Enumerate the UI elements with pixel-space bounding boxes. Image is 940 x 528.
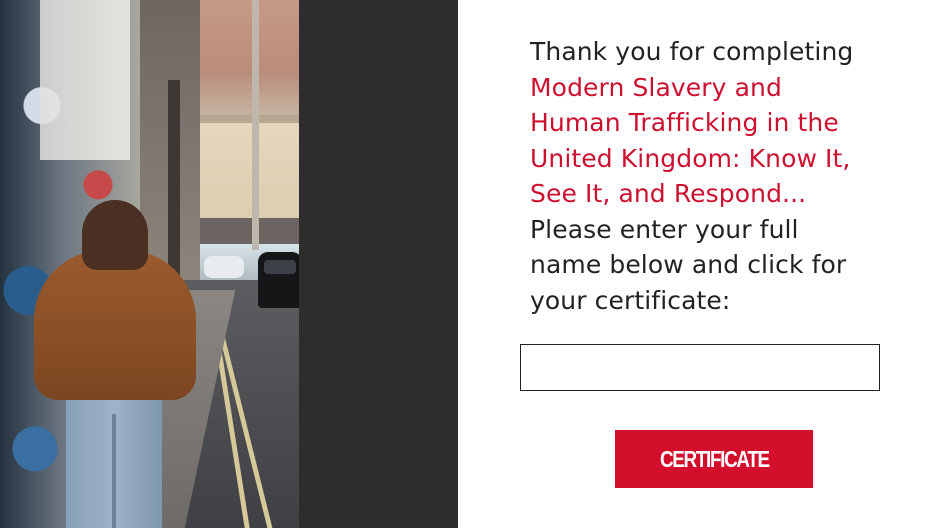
photo-person-hair	[82, 200, 148, 270]
photo-bridge	[196, 218, 299, 244]
photo-car	[204, 256, 244, 278]
alley-photo	[0, 0, 299, 528]
instruction-text: Please enter your full	[530, 214, 799, 244]
photo-person-jeans	[66, 390, 162, 528]
dark-band	[299, 0, 458, 528]
intro-text: Thank you for completing	[530, 37, 854, 66]
certificate-button[interactable]: CERTIFICATE	[615, 430, 813, 488]
photo-car	[258, 252, 299, 308]
photo-pole	[252, 0, 259, 250]
photo-sky	[196, 0, 299, 120]
course-title-line: United Kingdom: Know It,	[530, 143, 851, 173]
photo-person-jacket	[34, 250, 196, 400]
full-name-input[interactable]	[520, 344, 880, 391]
certificate-button-label: CERTIFICATE	[659, 445, 770, 472]
completion-message: Thank you for completing Modern Slavery …	[530, 34, 910, 318]
course-title-line: Modern Slavery and	[530, 72, 782, 102]
course-title-line: Human Trafficking in the	[530, 108, 839, 137]
instruction-text: your certificate:	[530, 285, 731, 315]
instruction-text: name below and click for	[530, 250, 847, 279]
course-title-line: See It, and Respond...	[530, 179, 807, 208]
photo-far-building	[200, 115, 299, 225]
